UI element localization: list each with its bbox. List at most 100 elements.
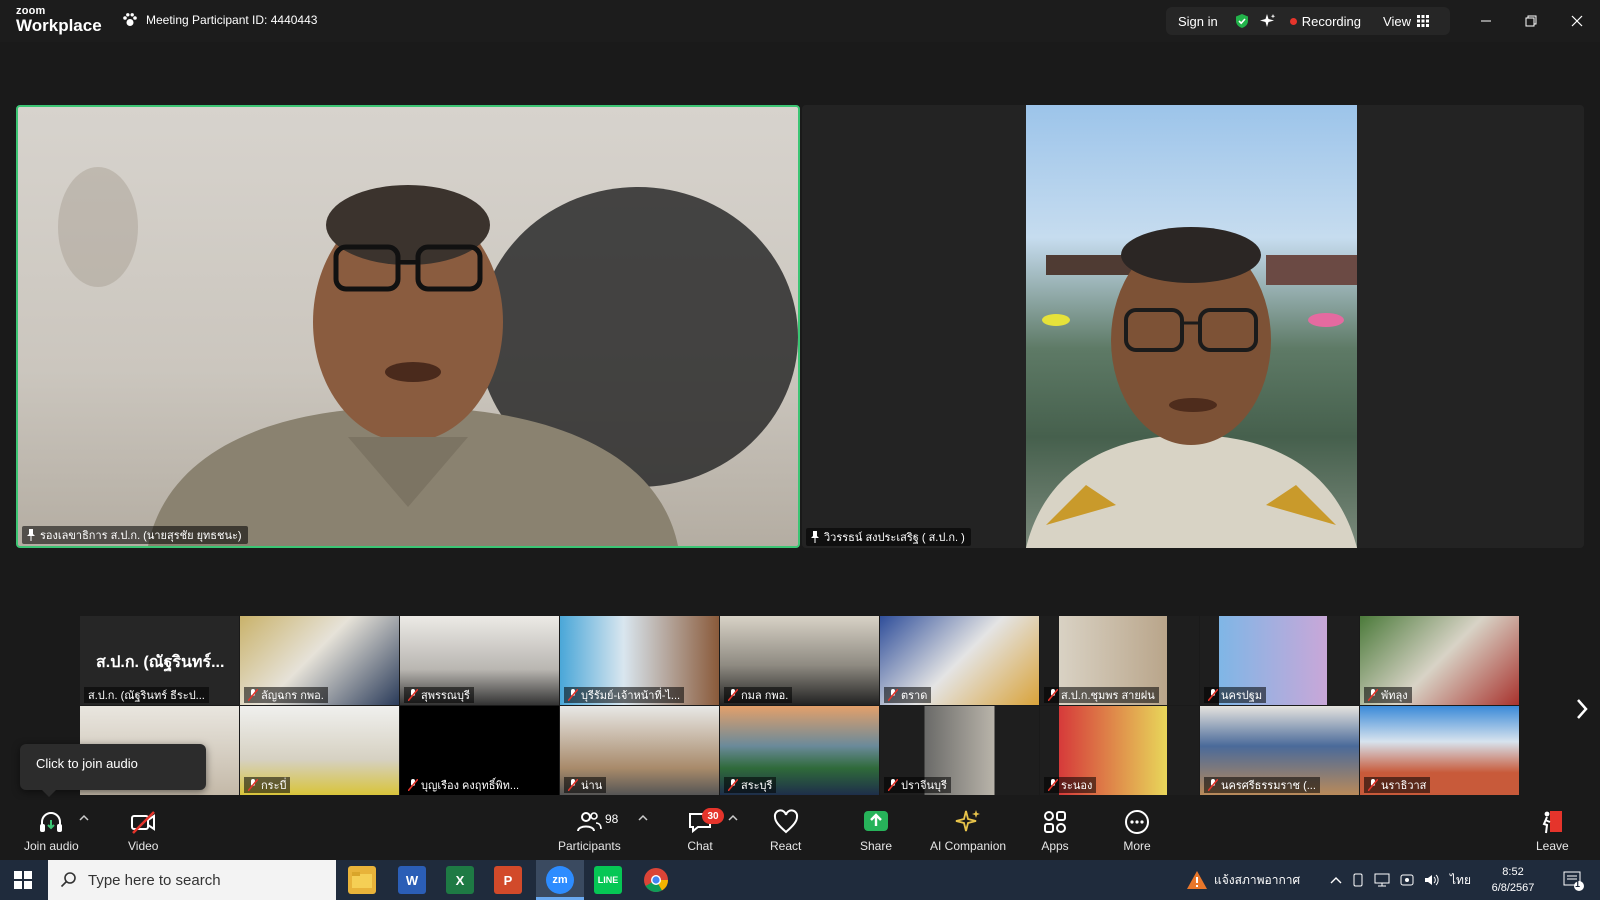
gallery-tile[interactable]: กมล กพอ. [720, 616, 879, 705]
gallery-label: สระบุรี [724, 777, 777, 793]
restore-button[interactable] [1519, 10, 1543, 32]
meeting-toolbar: Join audio Video Participants 98 Chat 30… [0, 800, 1600, 860]
chrome-logo-icon [644, 868, 668, 893]
gallery-tile[interactable]: นครปฐม [1200, 616, 1359, 705]
input-language[interactable]: ไทย [1450, 871, 1471, 890]
second-name-tag: วิวรรธน์ สงประเสริฐ ( ส.ป.ก. ) [806, 528, 971, 546]
minimize-button[interactable] [1474, 10, 1498, 32]
gallery-name: นราธิวาส [1381, 780, 1427, 792]
gallery-name: บุญเรือง คงฤทธิ์พิท... [421, 780, 520, 792]
active-speaker-video[interactable]: รองเลขาธิการ ส.ป.ก. (นายสุรชัย ยุทธชนะ) [16, 105, 800, 548]
gallery-name: ตราด [901, 690, 928, 702]
gallery-tile[interactable]: พัทลุง [1360, 616, 1519, 705]
gallery-tile[interactable]: ส.ป.ก. (ณัฐรินทร์... ส.ป.ก. (ณัฐรินทร์ ธ… [80, 616, 239, 705]
gallery-big-name: ส.ป.ก. (ณัฐรินทร์... [96, 654, 225, 671]
more-label: More [1123, 839, 1151, 853]
chat-caret-icon[interactable] [728, 814, 738, 822]
gallery-tile[interactable]: น่าน [560, 706, 719, 795]
muted-mic-icon [888, 689, 898, 701]
gallery-label: พัทลุง [1364, 687, 1412, 703]
gallery-label: นครปฐม [1204, 687, 1267, 703]
word-icon[interactable]: W [398, 866, 426, 894]
file-explorer-icon[interactable] [348, 866, 376, 894]
security-shield-icon[interactable] [1234, 13, 1250, 29]
logo-big: Workplace [16, 16, 102, 35]
gallery-label: กมล กพอ. [724, 687, 793, 703]
muted-mic-icon [1208, 779, 1218, 791]
join-audio-label: Join audio [24, 839, 79, 853]
audio-options-caret-icon[interactable] [79, 814, 89, 822]
gallery-tile[interactable]: ตราด [880, 616, 1039, 705]
leave-label: Leave [1536, 839, 1569, 853]
gallery-tile[interactable]: ระนอง [1040, 706, 1199, 795]
sign-in-button[interactable]: Sign in [1178, 14, 1218, 29]
zoom-taskbar-active[interactable]: zm [536, 860, 584, 900]
notification-center[interactable]: 1 [1562, 860, 1584, 900]
gallery-tile[interactable]: ลัญฉกร กพอ. [240, 616, 399, 705]
apps-label: Apps [1041, 839, 1069, 853]
notification-count: 1 [1575, 879, 1581, 889]
video-button[interactable]: Video [128, 808, 158, 853]
muted-mic-icon [1048, 689, 1058, 701]
more-button[interactable]: More [1123, 808, 1151, 853]
recording-dot-icon [1289, 17, 1297, 25]
gallery-tile[interactable]: บุรีรัมย์-เจ้าหน้าที่-ไ... [560, 616, 719, 705]
second-video[interactable]: วิวรรธน์ สงประเสริฐ ( ส.ป.ก. ) [802, 105, 1584, 548]
muted-mic-icon [408, 779, 418, 791]
zoom-icon: zm [546, 866, 574, 894]
ai-companion-icon [955, 810, 981, 832]
gallery-label: นราธิวาส [1364, 777, 1431, 793]
speaker-name: รองเลขาธิการ ส.ป.ก. (นายสุรชัย ยุทธชนะ) [40, 530, 242, 542]
muted-mic-icon [248, 779, 258, 791]
meeting-id-text: Meeting Participant ID: 4440443 [146, 13, 318, 27]
gallery-tile[interactable]: นราธิวาส [1360, 706, 1519, 795]
ai-companion-button[interactable]: AI Companion [930, 808, 1006, 853]
muted-mic-icon [1368, 689, 1378, 701]
gallery-tile[interactable]: สุพรรณบุรี [400, 616, 559, 705]
gallery-name: ปราจีนบุรี [901, 780, 947, 792]
react-button[interactable]: React [770, 808, 801, 853]
gallery-tile[interactable]: บุญเรือง คงฤทธิ์พิท... [400, 706, 559, 795]
powerpoint-icon[interactable]: P [494, 866, 522, 894]
participants-caret-icon[interactable] [638, 814, 648, 822]
line-icon[interactable]: LINE [594, 866, 622, 894]
gallery-name: บุรีรัมย์-เจ้าหน้าที่-ไ... [581, 690, 681, 702]
volume-icon[interactable] [1424, 873, 1440, 887]
windows-start-icon[interactable] [14, 871, 32, 889]
ai-sparkle-icon[interactable] [1259, 13, 1276, 29]
apps-button[interactable]: Apps [1041, 808, 1069, 853]
gallery-name: ส.ป.ก. (ณัฐรินทร์ ธีระป... [88, 690, 205, 702]
show-hidden-icons-caret-icon[interactable] [1330, 875, 1342, 885]
gallery-tile[interactable]: สระบุรี [720, 706, 879, 795]
gallery-tile[interactable]: ส.ป.ก.ชุมพร สายฝน [1040, 616, 1199, 705]
chrome-icon[interactable] [642, 866, 670, 894]
weather-widget[interactable]: แจ้งสภาพอากาศ [1186, 860, 1300, 900]
gallery-next-arrow-icon[interactable] [1572, 694, 1592, 724]
notification-icon [1563, 871, 1584, 891]
gallery-tile[interactable]: นครศรีธรรมราช (... [1200, 706, 1359, 795]
recording-indicator[interactable]: Recording [1289, 13, 1362, 29]
view-button[interactable]: View [1383, 14, 1429, 29]
view-label: View [1383, 13, 1411, 29]
more-icon [1125, 810, 1149, 834]
taskbar-clock[interactable]: 8:52 6/8/2567 [1478, 864, 1548, 896]
recording-label: Recording [1301, 13, 1362, 29]
second-name: วิวรรธน์ สงประเสริฐ ( ส.ป.ก. ) [824, 532, 965, 544]
close-button[interactable] [1565, 10, 1589, 32]
meeting-id[interactable]: Meeting Participant ID: 4440443 [122, 12, 317, 28]
leave-button[interactable]: Leave [1536, 808, 1569, 853]
muted-mic-icon [728, 779, 738, 791]
join-audio-button[interactable]: Join audio [24, 808, 79, 853]
gallery-tile[interactable]: กระบี่ [240, 706, 399, 795]
network-icon[interactable] [1374, 873, 1390, 887]
meet-now-icon[interactable] [1400, 873, 1414, 887]
video-off-icon [131, 811, 156, 834]
leave-door-icon [1542, 811, 1563, 834]
share-button[interactable]: Share [860, 808, 892, 853]
excel-icon[interactable]: X [446, 866, 474, 894]
gallery-strip: ส.ป.ก. (ณัฐรินทร์... ส.ป.ก. (ณัฐรินทร์ ธ… [80, 616, 1520, 796]
gallery-tile[interactable]: ปราจีนบุรี [880, 706, 1039, 795]
phone-link-icon[interactable] [1352, 873, 1364, 887]
windows-taskbar: Type here to search W X P zm LINE แจ้งสภ… [0, 860, 1600, 900]
taskbar-search-box[interactable]: Type here to search [48, 860, 336, 900]
